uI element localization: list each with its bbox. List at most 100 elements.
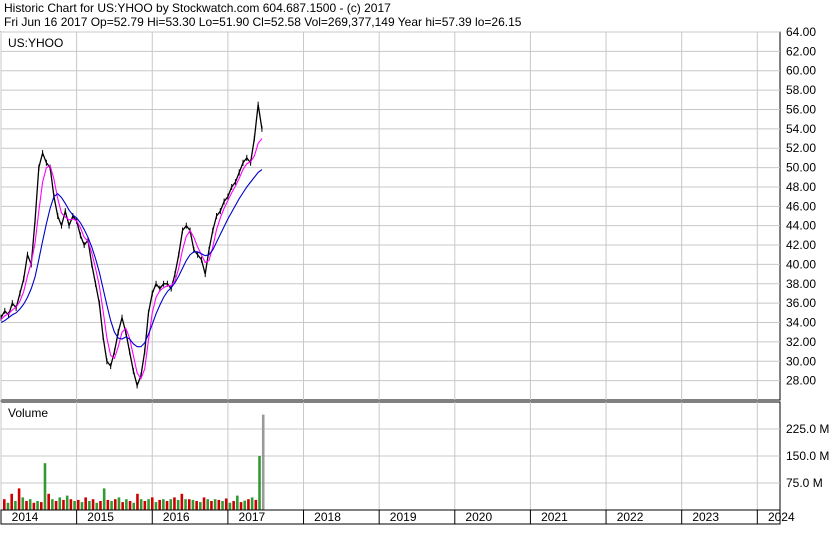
volume-bar [184,499,187,510]
volume-bar [206,499,210,510]
x-tick-label: 2015 [87,510,114,524]
volume-bar [43,463,47,510]
volume-bar [69,499,73,510]
volume-bar [199,502,202,510]
volume-bar [202,497,206,510]
volume-bar [250,497,254,510]
volume-bar [165,501,169,510]
price-tick-label: 32.00 [786,335,816,349]
volume-bar [110,501,113,510]
volume-bar [36,501,39,510]
volume-bar [132,502,136,510]
volume-bar [62,499,65,510]
price-tick-label: 34.00 [786,316,816,330]
volume-bar [232,501,235,510]
chart-header-title: Historic Chart for US:YHOO by Stockwatch… [4,1,391,15]
price-tick-label: 60.00 [786,64,816,78]
volume-bar [73,501,76,510]
price-panel-symbol: US:YHOO [8,36,63,50]
volume-bar [162,499,165,510]
volume-bar [147,499,150,510]
x-tick-label: 2024 [768,510,795,524]
volume-bar [173,497,176,510]
volume-bar [76,499,80,510]
volume-bar [224,498,228,510]
price-tick-label: 50.00 [786,161,816,175]
volume-panel: 225.0 M 150.0 M 75.0 M Volume [0,401,829,511]
volume-bar [143,501,147,510]
volume-bar [3,499,6,510]
volume-bar [113,499,117,510]
price-tick-label: 58.00 [786,83,816,97]
volume-bar [187,499,191,510]
x-tick-label: 2023 [692,510,719,524]
volume-bar [261,414,265,510]
volume-bar [21,497,25,510]
price-tick-label: 30.00 [786,354,816,368]
volume-bar [106,499,110,510]
volume-panel-title: Volume [8,406,48,420]
volume-y-axis: 225.0 M 150.0 M 75.0 M [786,422,829,490]
volume-bar [239,502,243,510]
volume-bar [247,499,250,510]
x-tick-label: 2020 [465,510,492,524]
volume-bar [158,499,161,510]
volume-bar [195,501,198,510]
volume-bar [221,501,224,510]
volume-bar [139,499,143,510]
price-tick-label: 46.00 [786,199,816,213]
volume-bar [176,499,180,510]
price-tick-label: 42.00 [786,238,816,252]
x-tick-label: 2018 [314,510,341,524]
price-tick-label: 64.00 [786,25,816,39]
price-tick-label: 48.00 [786,180,816,194]
price-y-axis: 64.00 62.00 60.00 58.00 56.00 54.00 52.00 50.00… [786,25,816,388]
volume-bar [84,497,87,510]
x-tick-label: 2017 [239,510,266,524]
volume-bar [10,493,13,510]
volume-bar [51,499,54,510]
price-tick-label: 28.00 [786,374,816,388]
volume-bar [88,501,91,510]
volume-bar [25,501,28,510]
volume-bar [154,502,158,510]
volume-bar [117,497,121,510]
volume-bar [258,456,261,510]
x-tick-label: 2019 [390,510,417,524]
price-tick-label: 38.00 [786,277,816,291]
price-tick-label: 44.00 [786,219,816,233]
volume-bar [47,493,50,510]
volume-bar [91,499,95,510]
x-axis: 2014 2015 2016 2017 2018 2019 2020 2021 2022 2023… [0,509,795,525]
volume-bar [128,501,132,510]
price-tick-label: 40.00 [786,257,816,271]
chart-header-stats: Fri Jun 16 2017 Op=52.79 Hi=53.30 Lo=51.… [4,15,522,29]
volume-bar [32,502,36,510]
x-tick-label: 2021 [541,510,568,524]
price-tick-label: 54.00 [786,122,816,136]
volume-bar [213,499,217,510]
volume-bar [65,495,69,510]
volume-bar [125,499,128,510]
volume-bar [150,497,154,510]
volume-bar [169,499,173,510]
volume-bar [136,493,139,510]
volume-tick-label: 225.0 M [786,422,829,436]
volume-bar [254,499,258,510]
price-panel-frame [0,31,781,401]
volume-bar [95,502,99,510]
volume-bar [39,502,43,510]
volume-tick-label: 150.0 M [786,449,829,463]
volume-bar [217,499,221,510]
price-panel: 64.00 62.00 60.00 58.00 56.00 54.00 52.00 50.00… [0,25,816,401]
volume-bar [191,499,195,510]
price-tick-label: 52.00 [786,141,816,155]
chart-svg: Historic Chart for US:YHOO by Stockwatch… [0,1,829,525]
volume-bar [17,488,21,510]
stock-chart: Historic Chart for US:YHOO by Stockwatch… [0,0,830,543]
volume-bar [28,499,32,510]
volume-bar [180,493,184,510]
volume-bar [54,501,58,510]
volume-bar [228,502,232,510]
volume-tick-label: 75.0 M [786,476,823,490]
